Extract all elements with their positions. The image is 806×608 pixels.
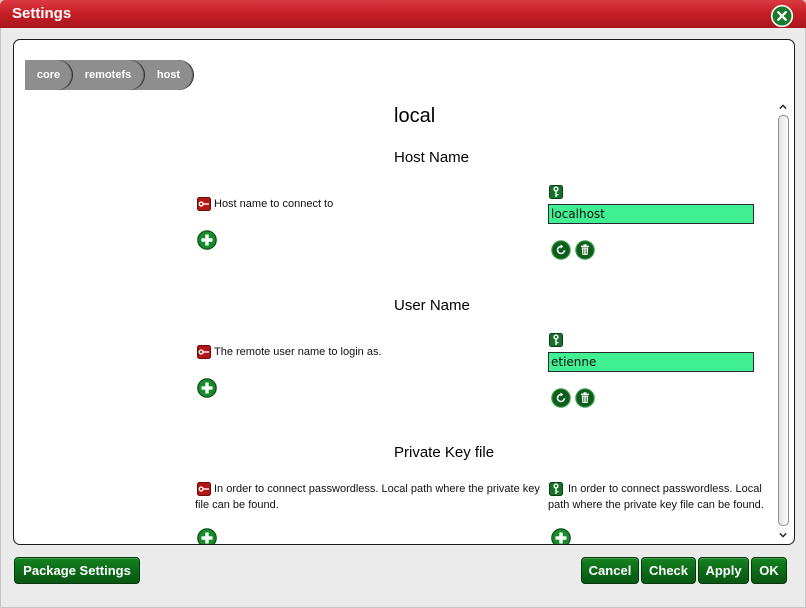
refresh-icon xyxy=(551,240,571,260)
close-icon xyxy=(770,4,794,28)
plus-icon xyxy=(197,528,217,544)
setting-title: Host Name xyxy=(394,149,470,166)
delete-button[interactable] xyxy=(575,388,595,408)
package-settings-button[interactable]: Package Settings xyxy=(14,557,140,584)
cancel-button[interactable]: Cancel xyxy=(581,557,639,584)
trash-icon xyxy=(575,388,595,408)
scroll-up-button[interactable] xyxy=(778,102,788,112)
reset-button[interactable] xyxy=(551,240,571,260)
red-key-icon xyxy=(197,345,211,359)
add-button[interactable] xyxy=(197,528,217,544)
section-title: local xyxy=(394,105,436,127)
green-key-icon xyxy=(549,185,563,199)
plus-icon xyxy=(197,230,217,250)
chevron-down-icon xyxy=(779,532,787,538)
host-name-input[interactable] xyxy=(548,204,754,224)
setting-description: The remote user name to login as. xyxy=(195,344,547,360)
trash-icon xyxy=(575,240,595,260)
add-button[interactable] xyxy=(197,378,217,398)
description-text: Host name to connect to xyxy=(214,198,334,210)
green-key-icon xyxy=(549,333,563,347)
description-text: In order to connect passwordless. Local … xyxy=(195,483,540,511)
apply-button[interactable]: Apply xyxy=(698,557,749,584)
red-key-icon xyxy=(197,197,211,211)
ok-button[interactable]: OK xyxy=(751,557,787,584)
setting-host-name: Host Name Host name to connect to xyxy=(14,149,774,297)
plus-icon xyxy=(551,528,571,544)
window-title: Settings xyxy=(12,5,72,22)
breadcrumb-item-core[interactable]: core xyxy=(25,60,72,90)
close-button[interactable] xyxy=(770,4,794,28)
setting-private-key-file: Private Key file In order to connect pas… xyxy=(14,444,774,544)
setting-user-name: User Name The remote user name to login … xyxy=(14,297,774,445)
value-hint: In order to connect passwordless. Local … xyxy=(548,481,770,513)
refresh-icon xyxy=(551,388,571,408)
scrollbar[interactable] xyxy=(777,100,791,544)
setting-title: User Name xyxy=(394,297,470,314)
title-bar: Settings xyxy=(0,0,806,28)
setting-title: Private Key file xyxy=(394,444,495,461)
reset-button[interactable] xyxy=(551,388,571,408)
scrollbar-thumb[interactable] xyxy=(778,115,789,526)
description-text: The remote user name to login as. xyxy=(214,346,382,358)
delete-button[interactable] xyxy=(575,240,595,260)
add-button[interactable] xyxy=(197,230,217,250)
red-key-icon xyxy=(197,482,211,496)
setting-description: In order to connect passwordless. Local … xyxy=(195,481,547,513)
add-value-button[interactable] xyxy=(551,528,571,544)
settings-panel: core remotefs host local Host Name Host … xyxy=(13,39,795,545)
plus-icon xyxy=(197,378,217,398)
user-name-input[interactable] xyxy=(548,352,754,372)
check-button[interactable]: Check xyxy=(641,557,696,584)
setting-description: Host name to connect to xyxy=(195,196,547,212)
green-key-icon xyxy=(549,482,563,496)
value-hint-text: In order to connect passwordless. Local … xyxy=(548,483,764,511)
scroll-down-button[interactable] xyxy=(778,530,788,540)
chevron-up-icon xyxy=(779,104,787,110)
